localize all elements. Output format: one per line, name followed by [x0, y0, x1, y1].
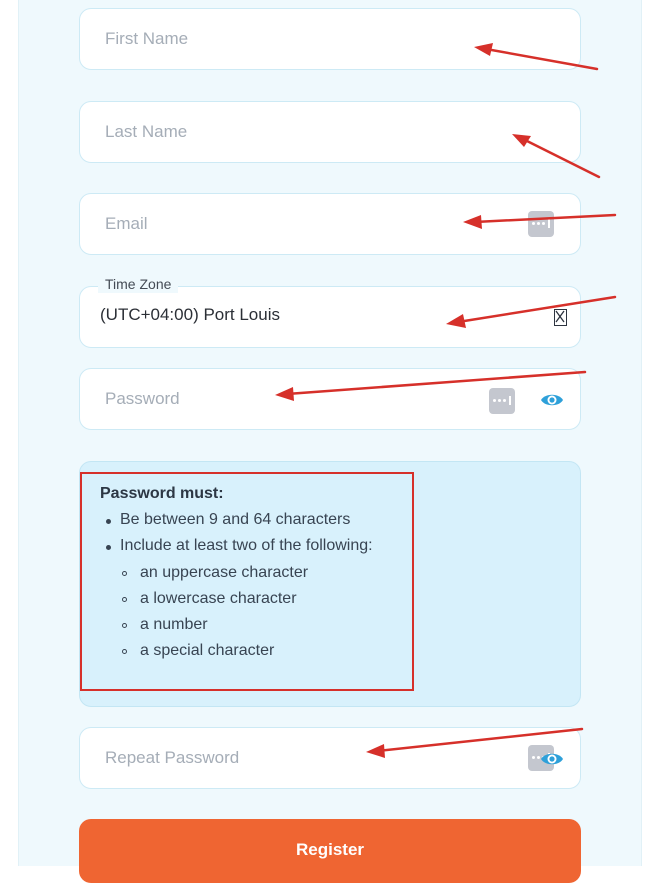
annotation-arrow	[285, 370, 587, 396]
annotation-arrowhead	[366, 744, 385, 758]
annotation-arrowhead	[446, 314, 466, 328]
annotation-arrowhead	[463, 215, 482, 229]
annotation-arrow	[484, 47, 599, 71]
annotation-arrowhead	[474, 43, 493, 56]
annotation-arrows	[275, 43, 617, 758]
annotation-arrowhead	[275, 387, 294, 401]
annotation-arrow	[521, 137, 601, 179]
annotation-arrow	[473, 213, 617, 224]
annotation-arrow	[456, 295, 617, 324]
annotation-arrow	[376, 727, 584, 753]
